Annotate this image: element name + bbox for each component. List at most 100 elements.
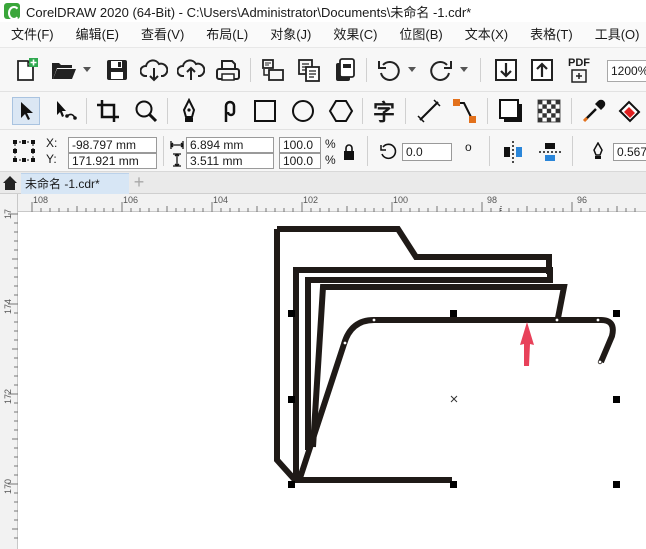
shape-tool-icon[interactable] [50,97,80,125]
toolbox-separator [487,98,488,124]
toolbox-separator [405,98,406,124]
home-icon[interactable] [2,174,18,192]
cloud-upload-icon[interactable] [176,57,206,83]
save-icon[interactable] [103,57,131,83]
selection-handle[interactable] [613,396,620,403]
pdf-label: PDF [568,56,590,69]
horizontal-ruler: 108 106 104 102 100 98 96 [18,194,646,212]
outline-width-input[interactable]: 0.567 [613,143,646,161]
scale-width-input[interactable]: 100.0 [279,137,321,153]
scale-width-unit: % [325,137,336,151]
selection-handle[interactable] [288,310,295,317]
selection-handle[interactable] [613,310,620,317]
scale-height-unit: % [325,153,336,167]
window-title: CorelDRAW 2020 (64-Bit) - C:\Users\Admin… [26,4,472,20]
drop-shadow-tool-icon[interactable] [496,97,526,125]
menu-bitmaps[interactable]: 位图(B) [388,22,453,48]
ellipse-tool-icon[interactable] [288,97,318,125]
ruler-label: 172 [3,388,13,404]
mirror-vertical-icon[interactable] [537,139,563,165]
title-bar: CorelDRAW 2020 (64-Bit) - C:\Users\Admin… [0,0,646,22]
menu-edit[interactable]: 编辑(E) [65,22,130,48]
toolbar-separator [480,58,481,82]
toolbox-separator [571,98,572,124]
selection-handle[interactable] [613,481,620,488]
rotation-angle-input[interactable]: 0.0 [402,143,452,161]
tab-document[interactable]: 未命名 -1.cdr* [21,173,129,194]
rotate-icon [378,142,398,162]
zoom-level-input[interactable]: 1200% [607,60,646,82]
publish-icon[interactable] [330,57,360,83]
rectangle-tool-icon[interactable] [250,97,280,125]
artistic-media-tool-icon[interactable] [212,97,242,125]
print-icon[interactable] [213,57,243,83]
ruler-label: 108 [33,195,49,205]
mirror-horizontal-icon[interactable] [500,139,526,165]
menu-table[interactable]: 表格(T) [519,22,584,48]
lock-ratio-icon[interactable] [340,142,358,162]
ruler-label: 17 [3,208,13,219]
selection-handle[interactable] [288,396,295,403]
ruler-label: 106 [123,195,139,205]
pdf-document-icon [571,68,587,83]
propbar-separator [367,136,368,166]
ruler-label: 98 [487,195,498,205]
export-file-icon[interactable] [527,57,557,83]
menu-object[interactable]: 对象(J) [259,22,322,48]
undo-icon[interactable] [375,58,403,82]
width-input[interactable]: 6.894 mm [186,137,274,153]
undo-dropdown-icon[interactable] [407,64,417,76]
ruler-label: 104 [213,195,229,205]
x-position-input[interactable]: -98.797 mm [68,137,157,153]
pen-tool-icon[interactable] [174,97,204,125]
vertical-ruler-ticks [8,213,18,539]
polygon-tool-icon[interactable] [326,97,356,125]
toolbox-separator [362,98,363,124]
open-folder-icon[interactable] [50,58,78,82]
import-icon[interactable] [258,57,288,83]
menu-file[interactable]: 文件(F) [0,22,65,48]
redo-dropdown-icon[interactable] [459,64,469,76]
export-pdf-button[interactable]: PDF [562,55,596,85]
menu-view[interactable]: 查看(V) [130,22,195,48]
coreldraw-app-icon [4,3,20,20]
menu-layout[interactable]: 布局(L) [195,22,259,48]
connector-tool-icon[interactable] [450,97,480,125]
menu-text[interactable]: 文本(X) [454,22,519,48]
red-arrow-icon [520,322,534,366]
selection-handle[interactable] [450,481,457,488]
parallel-dimension-tool-icon[interactable] [414,97,444,125]
object-origin-icon[interactable] [10,138,38,164]
redo-icon[interactable] [427,58,455,82]
import-file-icon[interactable] [491,57,521,83]
transparency-tool-icon[interactable] [534,97,564,125]
open-dropdown-icon[interactable] [82,64,92,76]
width-icon [170,138,184,152]
y-position-input[interactable]: 171.921 mm [68,153,157,169]
propbar-separator [572,136,573,166]
menu-tools[interactable]: 工具(O) [584,22,646,48]
drawing-canvas[interactable] [19,213,646,549]
property-bar: X: -98.797 mm Y: 171.921 mm 6.894 mm 3.5… [0,130,646,172]
selection-handle[interactable] [450,310,457,317]
selection-handle[interactable] [288,481,295,488]
interactive-fill-tool-icon[interactable] [615,97,645,125]
text-tool-icon[interactable]: 字 [369,97,399,125]
color-eyedropper-tool-icon[interactable] [579,97,609,125]
cloud-download-icon[interactable] [139,57,169,83]
new-document-icon[interactable] [12,57,40,83]
scale-height-input[interactable]: 100.0 [279,153,321,169]
height-input[interactable]: 3.511 mm [186,153,274,169]
add-tab-button[interactable]: + [130,173,148,192]
degree-symbol: o [465,140,472,154]
folder-paper-inner [310,284,568,448]
zoom-tool-icon[interactable] [131,97,161,125]
y-position-label: Y: [46,152,57,166]
toolbox-separator [167,98,168,124]
menu-effects[interactable]: 效果(C) [322,22,388,48]
toolbar-separator [250,58,251,82]
pick-tool-icon[interactable] [12,97,40,125]
ruler-label: 102 [303,195,319,205]
crop-tool-icon[interactable] [93,97,123,125]
export-icon[interactable] [294,57,324,83]
